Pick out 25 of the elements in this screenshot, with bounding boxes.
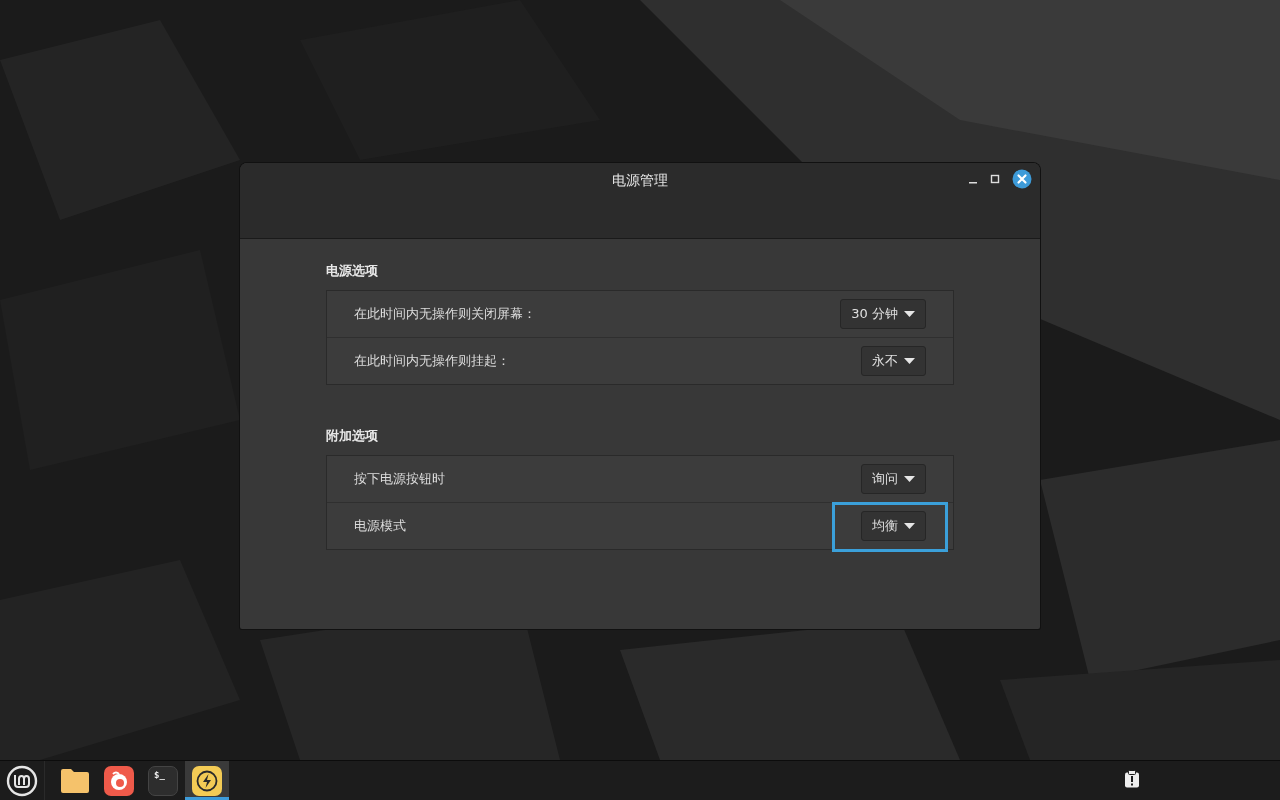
setting-label: 在此时间内无操作则关闭屏幕：: [354, 305, 536, 323]
dropdown[interactable]: 询问: [861, 464, 926, 494]
section-title: 附加选项: [326, 428, 379, 444]
caret-icon: [904, 476, 915, 482]
setting-label: 按下电源按钮时: [354, 470, 445, 488]
dropdown[interactable]: 30 分钟: [840, 299, 926, 329]
taskbar-item[interactable]: [185, 761, 229, 800]
mint-logo-icon[interactable]: [6, 764, 38, 797]
browser-icon[interactable]: [104, 765, 134, 796]
maximize-icon[interactable]: [990, 174, 1000, 184]
terminal-icon[interactable]: $_: [148, 765, 178, 796]
dropdown[interactable]: 均衡: [861, 511, 926, 541]
window-title: 电源管理: [612, 171, 668, 189]
caret-icon: [904, 523, 915, 529]
close-icon[interactable]: [1012, 169, 1032, 189]
caret-icon: [904, 311, 915, 317]
setting-label: 电源模式: [354, 517, 406, 535]
setting-label: 在此时间内无操作则挂起：: [354, 352, 510, 370]
taskbar-item[interactable]: $_: [141, 761, 185, 800]
lightning-icon[interactable]: [192, 765, 222, 796]
clipboard-icon[interactable]: [1124, 769, 1140, 788]
caret-icon: [904, 358, 915, 364]
folder-icon[interactable]: [60, 767, 90, 794]
section-title: 电源选项: [326, 263, 379, 279]
dropdown[interactable]: 永不: [861, 346, 926, 376]
